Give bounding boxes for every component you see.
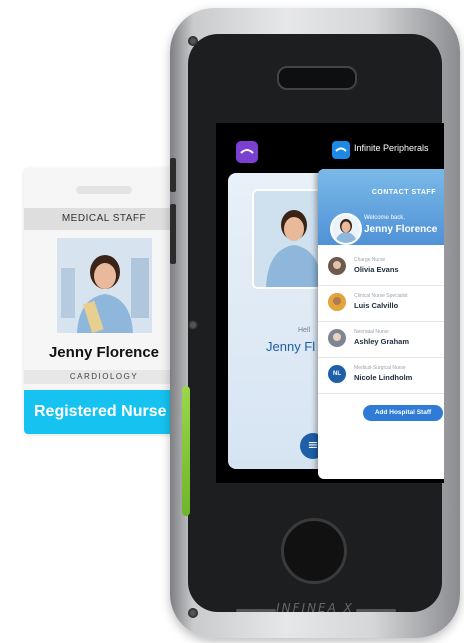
staff-name: Ashley Graham <box>354 337 410 346</box>
staff-avatar <box>328 329 346 347</box>
contact-header: CONTACT STAFF Welcome back, Jenny Floren… <box>318 169 444 245</box>
staff-role: Medical-Surgical Nurse <box>354 365 406 371</box>
staff-role: Neonatal Nurse <box>354 329 389 335</box>
badge-department: CARDIOLOGY <box>24 370 184 384</box>
staff-list-item[interactable]: Neonatal Nurse Ashley Graham <box>318 321 444 358</box>
device-brand-label: INFINEA X <box>276 601 354 615</box>
screw-icon <box>188 36 198 46</box>
staff-list-item[interactable]: Charge Nurse Olivia Evans <box>318 249 444 286</box>
badge-name: Jenny Florence <box>48 344 160 361</box>
staff-avatar <box>328 293 346 311</box>
profile-name: Jenny Fl <box>266 339 316 354</box>
scan-trigger-button[interactable] <box>182 386 190 516</box>
greeting-text: Hell <box>298 327 311 334</box>
badge-photo <box>57 238 152 333</box>
badge-role: Registered Nurse <box>24 390 184 434</box>
nurse-portrait-illustration <box>57 238 152 333</box>
contact-staff-card[interactable]: CONTACT STAFF Welcome back, Jenny Floren… <box>318 169 444 479</box>
earpiece-speaker <box>277 66 357 90</box>
user-avatar <box>330 213 362 245</box>
staff-role: Charge Nurse <box>354 257 386 263</box>
app-switcher-icon[interactable] <box>236 141 258 163</box>
app-title: Infinite Peripherals <box>354 143 429 153</box>
staff-name: Nicole Lindholm <box>354 373 413 382</box>
brand-divider <box>356 609 396 612</box>
user-name: Jenny Florence <box>364 224 438 235</box>
staff-initials-avatar: NL <box>328 365 346 383</box>
add-hospital-staff-button[interactable]: Add Hospital Staff <box>363 405 443 421</box>
badge-clip-slot <box>76 186 132 194</box>
staff-list-item[interactable]: Clinical Nurse Specialist Luis Calvillo <box>318 285 444 322</box>
device-screen: Infinite Peripherals Hell Jenny Fl ≡ CON… <box>216 123 444 483</box>
staff-avatar <box>328 257 346 275</box>
infinea-device: Infinite Peripherals Hell Jenny Fl ≡ CON… <box>170 8 460 638</box>
staff-name: Olivia Evans <box>354 265 399 274</box>
volume-up-key[interactable] <box>170 158 176 192</box>
home-button[interactable] <box>281 518 347 584</box>
contact-title: CONTACT STAFF <box>371 189 436 196</box>
badge-header: MEDICAL STAFF <box>24 208 184 230</box>
volume-down-key[interactable] <box>170 204 176 264</box>
staff-name: Luis Calvillo <box>354 301 399 310</box>
staff-list-item[interactable]: NL Medical-Surgical Nurse Nicole Lindhol… <box>318 357 444 394</box>
app-logo-icon <box>332 141 350 159</box>
id-badge: MEDICAL STAFF Jenny Florence CARDIOLOGY … <box>24 168 184 434</box>
staff-role: Clinical Nurse Specialist <box>354 293 408 299</box>
screw-icon <box>188 320 198 330</box>
welcome-text: Welcome back, <box>364 215 405 221</box>
